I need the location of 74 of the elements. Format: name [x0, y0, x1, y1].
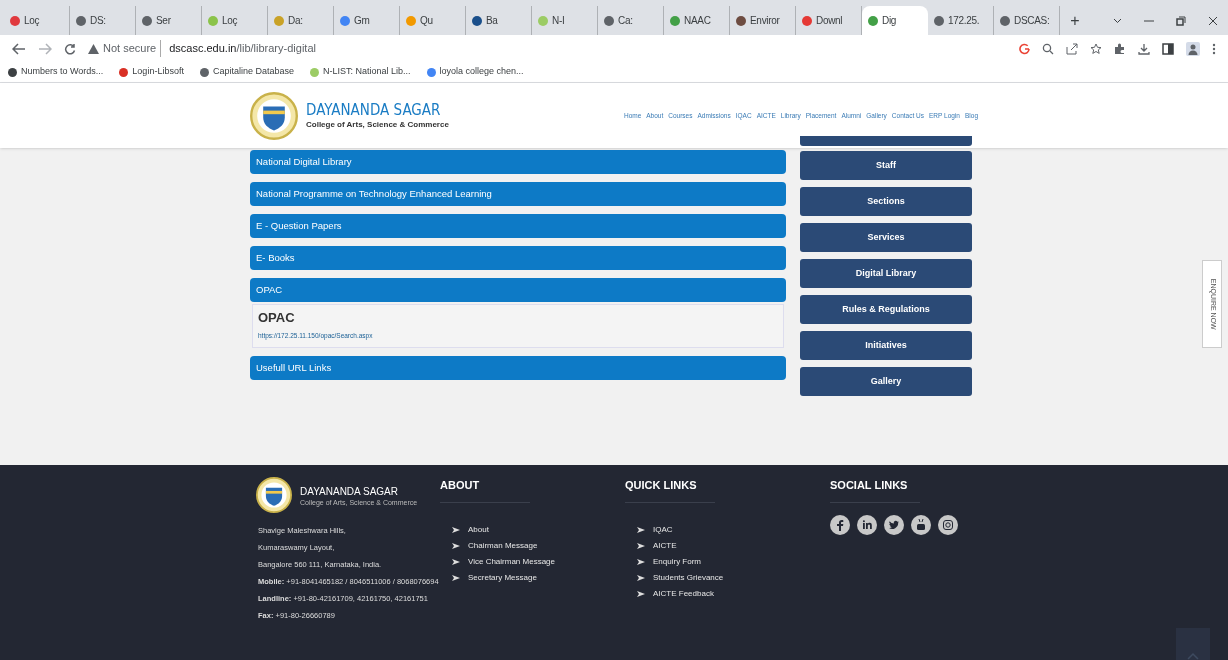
footer-link[interactable]: Chairman Message [468, 538, 538, 553]
menu-icon[interactable] [1212, 42, 1216, 55]
arrow-icon [452, 558, 460, 565]
arrow-icon [452, 526, 460, 533]
browser-tab[interactable]: Dig [862, 6, 928, 35]
arrow-icon [637, 542, 645, 549]
footer-heading: SOCIAL LINKS [830, 478, 909, 493]
chevron-down-icon[interactable] [1113, 17, 1122, 24]
zoom-icon[interactable] [1042, 42, 1054, 55]
arrow-icon [637, 590, 645, 597]
menu-button[interactable]: Rules & Regulations [800, 295, 972, 324]
instagram-icon[interactable] [938, 514, 958, 535]
footer-link[interactable]: IQAC [653, 522, 673, 537]
footer-link[interactable]: Secretary Message [468, 570, 537, 585]
menu-button[interactable]: Gallery [800, 367, 972, 396]
footer-college-name: DAYANANDA SAGAR [300, 484, 399, 499]
accordion-header[interactable]: National Digital Library [250, 150, 786, 174]
arrow-icon [637, 526, 645, 533]
back-icon[interactable] [12, 42, 26, 55]
panel-heading: OPAC [258, 309, 296, 327]
bookmark[interactable]: Login-Libsoft [119, 65, 184, 79]
college-name: DAYANANDA SAGAR [306, 100, 442, 119]
google-icon[interactable] [1019, 42, 1030, 55]
star-icon[interactable] [1090, 42, 1102, 55]
profile-icon[interactable] [1186, 41, 1200, 56]
arrow-icon [637, 574, 645, 581]
favicon-icon [8, 67, 17, 77]
college-subtitle: College of Arts, Science & Commerce [306, 118, 449, 131]
favicon-icon [119, 67, 129, 77]
bookmark[interactable]: Capitaline Database [199, 65, 294, 79]
footer-link[interactable]: Enquiry Form [653, 554, 701, 569]
menu-button[interactable]: Staff [800, 151, 972, 180]
favicon-icon [309, 67, 319, 77]
arrow-icon [637, 558, 645, 565]
accordion-header[interactable]: E - Question Papers [250, 214, 786, 238]
accordion-header[interactable]: National Programme on Technology Enhanced Learning [250, 182, 786, 206]
menu-button[interactable]: Digital Library [800, 259, 972, 288]
footer-logo [256, 477, 292, 513]
youtube-icon[interactable] [911, 514, 931, 535]
favicon-icon [426, 67, 436, 77]
footer-link[interactable]: Students Grievance [653, 570, 724, 585]
chevron-up-icon [1187, 652, 1199, 660]
bookmark[interactable]: N-LIST: National Lib... [309, 65, 411, 79]
download-icon[interactable] [1138, 42, 1150, 55]
reload-icon[interactable] [64, 42, 76, 55]
favicon-icon [199, 67, 209, 77]
menu-button[interactable]: Services [800, 223, 972, 252]
footer-link[interactable]: AICTE Feedback [653, 586, 714, 601]
restore-icon[interactable] [1176, 15, 1186, 26]
bookmark[interactable]: Numbers to Words... [8, 65, 104, 79]
facebook-icon[interactable] [830, 514, 850, 535]
footer-link[interactable]: Vice Chairman Message [468, 554, 555, 569]
address-bar[interactable]: Not secure dscasc.edu.in/lib/library-digital [88, 38, 316, 59]
menu-button[interactable]: Sections [800, 187, 972, 216]
accordion-header[interactable]: E- Books [250, 246, 786, 270]
footer-heading: ABOUT [440, 478, 480, 493]
arrow-icon [452, 542, 460, 549]
new-tab-button[interactable]: + [1060, 6, 1090, 35]
footer-link[interactable]: AICTE [653, 538, 677, 553]
share-icon[interactable] [1066, 42, 1078, 55]
side-panel-icon[interactable] [1162, 42, 1174, 55]
warning-icon [88, 43, 99, 54]
footer-heading: QUICK LINKS [625, 478, 697, 493]
twitter-icon[interactable] [884, 514, 904, 535]
footer-link[interactable]: About [468, 522, 489, 537]
accordion-header[interactable]: Usefull URL Links [250, 356, 786, 381]
linkedin-icon[interactable] [857, 514, 877, 535]
accordion-header[interactable]: OPAC [250, 278, 786, 302]
close-icon[interactable] [1208, 15, 1218, 26]
menu-button[interactable]: Initiatives [800, 331, 972, 360]
college-logo [250, 91, 298, 140]
arrow-icon [452, 574, 460, 581]
puzzle-icon[interactable] [1114, 42, 1126, 55]
bookmark[interactable]: loyola college chen... [426, 65, 524, 79]
